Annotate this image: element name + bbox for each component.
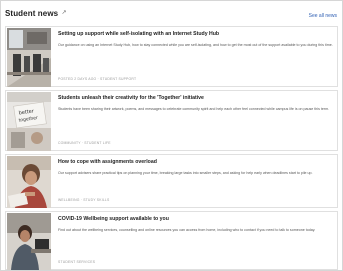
- news-description: Our guidance on using an Internet Study …: [58, 43, 333, 47]
- news-body: COVID-19 Wellbeing support available to …: [58, 212, 333, 269]
- student-news-panel: Student news ↗ See all news Setting up s…: [0, 0, 343, 271]
- news-meta: Community · Student life: [58, 141, 111, 145]
- panel-title-text: Student news: [5, 9, 59, 18]
- news-title[interactable]: How to cope with assignments overload: [58, 159, 333, 165]
- better-together-photo: better together: [7, 92, 51, 151]
- news-card[interactable]: COVID-19 Wellbeing support available to …: [5, 211, 338, 270]
- news-thumbnail[interactable]: better together: [7, 92, 51, 151]
- news-thumbnail[interactable]: [7, 28, 51, 87]
- news-card[interactable]: better together Students unleash their c…: [5, 90, 338, 151]
- news-description: Find out about the wellbeing services, c…: [58, 228, 316, 232]
- study-room-photo: [7, 28, 51, 87]
- news-title[interactable]: COVID-19 Wellbeing support available to …: [58, 216, 333, 222]
- news-meta: Wellbeing · Study skills: [58, 198, 110, 202]
- news-title[interactable]: Setting up support while self-isolating …: [58, 31, 333, 37]
- panel-title[interactable]: Student news ↗: [5, 9, 67, 18]
- news-body: How to cope with assignments overload Ou…: [58, 155, 333, 207]
- news-description: Our support advisers share practical tip…: [58, 171, 313, 175]
- news-card[interactable]: Setting up support while self-isolating …: [5, 26, 338, 87]
- news-meta: Student services: [58, 260, 96, 264]
- news-body: Setting up support while self-isolating …: [58, 27, 333, 86]
- news-body: Students unleash their creativity for th…: [58, 91, 333, 150]
- student-at-desk-photo: [7, 213, 51, 270]
- news-card[interactable]: How to cope with assignments overload Ou…: [5, 154, 338, 208]
- see-all-news-link[interactable]: See all news: [309, 13, 337, 19]
- news-thumbnail[interactable]: [7, 213, 51, 270]
- studying-photo: [7, 156, 51, 208]
- news-meta: Posted 2 days ago · Student support: [58, 77, 137, 81]
- news-title[interactable]: Students unleash their creativity for th…: [58, 95, 333, 101]
- panel-header: Student news ↗ See all news: [5, 1, 340, 25]
- external-link-icon: ↗: [61, 10, 67, 16]
- news-description: Students have been sharing their artwork…: [58, 107, 330, 111]
- news-thumbnail[interactable]: [7, 156, 51, 208]
